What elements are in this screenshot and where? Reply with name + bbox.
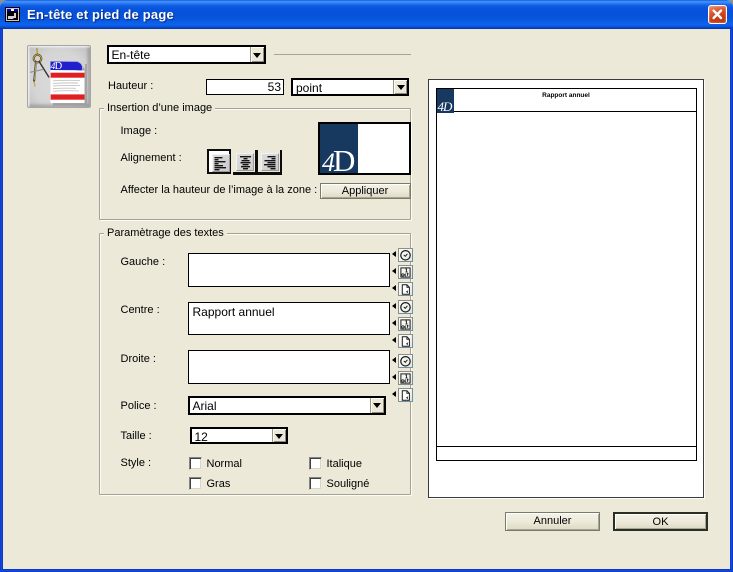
svg-text:D: D: [333, 143, 355, 174]
svg-text:D: D: [55, 61, 63, 72]
